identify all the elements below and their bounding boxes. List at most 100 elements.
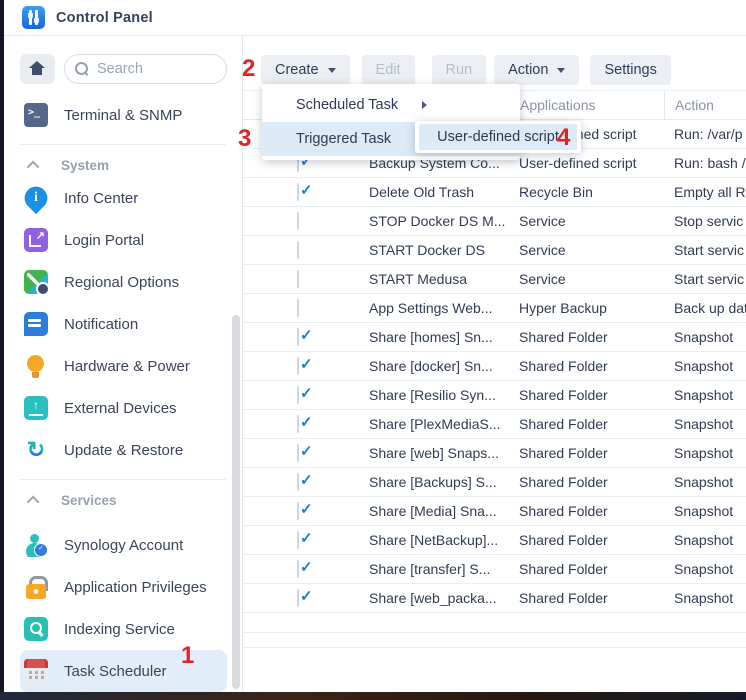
row-checkbox[interactable] [297, 444, 299, 462]
table-row[interactable]: START Docker DS Service Start servic [243, 236, 746, 265]
sidebar-divider [20, 144, 226, 145]
settings-button[interactable]: Settings [590, 55, 670, 85]
table-row[interactable]: App Settings Web... Hyper Backup Back up… [243, 294, 746, 323]
table-row[interactable]: Share [Backups] S... Shared Folder Snaps… [243, 468, 746, 497]
action-cell: Snapshot [664, 358, 746, 374]
sidebar-item-icon [24, 354, 48, 378]
row-checkbox[interactable] [297, 415, 299, 433]
sidebar-item[interactable]: Info Center [20, 177, 227, 219]
row-checkbox[interactable] [297, 560, 299, 578]
sidebar-pinned-items: Terminal & SNMP [4, 94, 242, 136]
sidebar-item[interactable]: Task Scheduler [20, 650, 227, 692]
sidebar: Terminal & SNMP System Info Center Login… [4, 36, 243, 691]
row-checkbox[interactable] [297, 589, 299, 607]
sidebar-item-label: Application Privileges [64, 579, 207, 596]
row-checkbox[interactable] [297, 212, 299, 230]
sidebar-item[interactable]: Login Portal [20, 219, 227, 261]
task-name-cell: Delete Old Trash [369, 184, 506, 200]
system-items: Info Center Login Portal Regional Option… [4, 177, 242, 471]
task-name-cell: STOP Docker DS M... [369, 213, 506, 229]
sidebar-item-label: Update & Restore [64, 442, 183, 459]
table-row[interactable]: Share [homes] Sn... Shared Folder Snapsh… [243, 323, 746, 352]
sidebar-divider [20, 479, 226, 480]
row-checkbox[interactable] [297, 241, 299, 259]
row-checkbox[interactable] [297, 531, 299, 549]
application-cell: Hyper Backup [506, 300, 664, 316]
table-row[interactable]: Share [web_packa... Shared Folder Snapsh… [243, 584, 746, 613]
row-checkbox-cell [243, 503, 369, 519]
search-icon [75, 62, 89, 76]
create-button[interactable]: Create [261, 55, 350, 85]
table-row[interactable]: Delete Old Trash Recycle Bin Empty all R [243, 178, 746, 207]
section-header-services[interactable]: Services [20, 488, 227, 512]
table-row[interactable]: Share [Resilio Syn... Shared Folder Snap… [243, 381, 746, 410]
sidebar-item-icon [24, 228, 48, 252]
table-row[interactable]: START Medusa Service Start servic [243, 265, 746, 294]
sidebar-item-icon [24, 617, 48, 641]
sidebar-item-icon [24, 575, 48, 599]
sidebar-item[interactable]: Notification [20, 303, 227, 345]
sidebar-item[interactable]: Application Privileges [20, 566, 227, 608]
row-checkbox[interactable] [297, 357, 299, 375]
edit-button[interactable]: Edit [362, 55, 415, 85]
sidebar-item[interactable]: Indexing Service [20, 608, 227, 650]
sidebar-scrollbar[interactable] [232, 315, 240, 689]
desktop-background: Control Panel Terminal & S [0, 0, 746, 700]
row-checkbox[interactable] [297, 386, 299, 404]
caret-down-icon [328, 68, 336, 73]
submenu-item-user-defined-script[interactable]: User-defined script [419, 124, 577, 150]
application-cell: Shared Folder [506, 532, 664, 548]
row-checkbox[interactable] [297, 183, 299, 201]
toolbar: Create Edit Run Action Settings [261, 55, 746, 85]
application-cell: Service [506, 271, 664, 287]
table-row[interactable]: Share [Media] Sna... Shared Folder Snaps… [243, 497, 746, 526]
application-cell: Shared Folder [506, 358, 664, 374]
application-cell: Service [506, 213, 664, 229]
sidebar-item-label: Synology Account [64, 537, 183, 554]
sidebar-item-label: Terminal & SNMP [64, 107, 182, 124]
sidebar-item-icon [24, 312, 48, 336]
task-name-cell: Share [homes] Sn... [369, 329, 506, 345]
table-row[interactable]: Share [NetBackup]... Shared Folder Snaps… [243, 526, 746, 555]
sidebar-item-icon [24, 103, 48, 127]
row-checkbox[interactable] [297, 328, 299, 346]
action-cell: Empty all R [664, 184, 746, 200]
row-checkbox-cell [243, 561, 369, 577]
task-name-cell: Share [transfer] S... [369, 561, 506, 577]
application-cell: Shared Folder [506, 387, 664, 403]
sidebar-item[interactable]: Hardware & Power [20, 345, 227, 387]
create-menu-item[interactable]: Scheduled Task [262, 88, 520, 122]
row-checkbox[interactable] [297, 299, 299, 317]
sidebar-item[interactable]: Regional Options [20, 261, 227, 303]
run-button[interactable]: Run [432, 55, 487, 85]
sidebar-item[interactable]: Synology Account [20, 524, 227, 566]
table-row[interactable]: Share [transfer] S... Shared Folder Snap… [243, 555, 746, 584]
action-button[interactable]: Action [494, 55, 579, 85]
row-checkbox-cell [243, 387, 369, 403]
row-checkbox[interactable] [297, 502, 299, 520]
sidebar-item-label: Info Center [64, 190, 138, 207]
window-title: Control Panel [56, 10, 153, 26]
table-row[interactable]: STOP Docker DS M... Service Stop servic [243, 207, 746, 236]
row-checkbox-cell [243, 474, 369, 490]
task-name-cell: Share [web_packa... [369, 590, 506, 606]
sidebar-item-label: Task Scheduler [64, 663, 167, 680]
table-row[interactable]: Share [docker] Sn... Shared Folder Snaps… [243, 352, 746, 381]
row-checkbox[interactable] [297, 270, 299, 288]
sidebar-item[interactable]: Update & Restore [20, 429, 227, 471]
sidebar-item[interactable]: Terminal & SNMP [20, 94, 227, 136]
control-panel-icon [22, 6, 45, 29]
table-row[interactable]: Share [web] Snaps... Shared Folder Snaps… [243, 439, 746, 468]
row-checkbox[interactable] [297, 473, 299, 491]
table-row[interactable]: Share [PlexMediaS... Shared Folder Snaps… [243, 410, 746, 439]
desktop-bottom-edge [0, 692, 746, 700]
action-cell: Run: bash / [664, 155, 746, 171]
sidebar-item[interactable]: External Devices [20, 387, 227, 429]
chevron-up-icon [27, 495, 40, 508]
section-header-system[interactable]: System [20, 153, 227, 177]
header-action[interactable]: Action [664, 91, 746, 119]
task-name-cell: Share [docker] Sn... [369, 358, 506, 374]
home-button[interactable] [20, 54, 55, 84]
submenu-arrow-icon [422, 101, 427, 109]
header-applications[interactable]: Applications [506, 91, 664, 119]
